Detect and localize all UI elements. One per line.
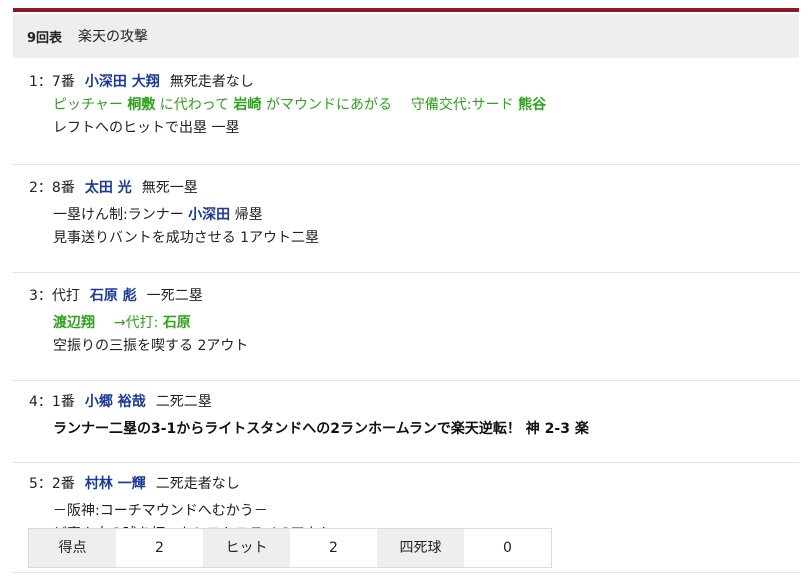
batter-name[interactable]: 小郷 裕哉 xyxy=(85,394,146,410)
sub-mid: に代わって xyxy=(159,97,230,113)
event-prefix: 一塁けん制:ランナー xyxy=(53,207,184,223)
pinch-hit-arrow-text: →代打: xyxy=(113,315,159,331)
play-item: 3：代打 石原 彪一死二塁 渡辺翔 →代打: 石原 空振りの三振を喫する 2アウト xyxy=(13,285,799,381)
walks-value: 0 xyxy=(464,529,551,567)
batter-name[interactable]: 小深田 大翔 xyxy=(85,74,160,90)
pinch-hitter-name[interactable]: 石原 xyxy=(163,315,191,331)
hits-value: 2 xyxy=(290,529,377,567)
situation: 無死走者なし xyxy=(169,74,254,90)
play-result: 空振りの三振を喫する 2アウト xyxy=(53,338,249,354)
batting-order: 5：2番 xyxy=(29,476,75,492)
play-event: －阪神:コーチマウンドへむかう－ xyxy=(53,503,268,519)
runs-label: 得点 xyxy=(29,529,116,567)
play-header: 1：7番 小深田 大翔 無死走者なし xyxy=(29,71,799,94)
walks-label: 四死球 xyxy=(377,529,464,567)
inning-stats-table: 得点 2 ヒット 2 四死球 0 xyxy=(28,528,552,568)
play-header: 4：1番 小郷 裕哉 二死二塁 xyxy=(29,391,799,414)
substitution-text: ピッチャー 桐敷 に代わって 岩崎 がマウンドにあがる 守備交代:サード 熊谷 xyxy=(29,94,799,117)
play-header: 3：代打 石原 彪一死二塁 xyxy=(29,285,799,308)
play-item: 1：7番 小深田 大翔 無死走者なし ピッチャー 桐敷 に代わって 岩崎 がマウンド… xyxy=(13,71,799,165)
pinch-hitter-text: 渡辺翔 →代打: 石原 xyxy=(29,312,799,335)
inning-label: 9回表 xyxy=(27,30,63,46)
pitcher-out-name[interactable]: 桐敷 xyxy=(127,97,155,113)
batting-order: 3：代打 xyxy=(29,288,80,304)
replaced-player-name[interactable]: 渡辺翔 xyxy=(53,315,95,331)
play-header: 2：8番 太田 光無死一塁 xyxy=(29,177,799,200)
play-list: 1：7番 小深田 大翔 無死走者なし ピッチャー 桐敷 に代わって 岩崎 がマウンド… xyxy=(13,62,799,573)
runs-value: 2 xyxy=(116,529,203,567)
runner-name[interactable]: 小深田 xyxy=(188,207,230,223)
play-result: レフトへのヒットで出塁 一塁 xyxy=(53,120,240,136)
play-item: 2：8番 太田 光無死一塁 一塁けん制:ランナー 小深田 帰塁 見事送りバントを成… xyxy=(13,177,799,273)
batter-name[interactable]: 石原 彪 xyxy=(90,288,137,304)
pitcher-in-name[interactable]: 岩崎 xyxy=(234,97,262,113)
defense-change-name[interactable]: 熊谷 xyxy=(518,97,546,113)
play-event: 一塁けん制:ランナー 小深田 帰塁 xyxy=(29,204,799,227)
situation: 二死二塁 xyxy=(155,394,212,410)
play-result: ランナー二塁の3-1からライトスタンドへの2ランホームランで楽天逆転！ 神 2-… xyxy=(53,421,589,437)
sub-suffix: がマウンドにあがる xyxy=(266,97,392,113)
batting-order: 2：8番 xyxy=(29,180,75,196)
batting-order: 4：1番 xyxy=(29,394,75,410)
batting-order: 1：7番 xyxy=(29,74,75,90)
situation: 一死二塁 xyxy=(146,288,203,304)
hits-label: ヒット xyxy=(203,529,290,567)
sub-prefix: ピッチャー xyxy=(53,97,123,113)
situation: 無死一塁 xyxy=(141,180,198,196)
situation: 二死走者なし xyxy=(155,476,240,492)
top-accent-bar xyxy=(13,8,799,12)
event-suffix: 帰塁 xyxy=(234,207,263,223)
play-header: 5：2番 村林 一輝 二死走者なし xyxy=(29,473,799,496)
play-result: 見事送りバントを成功させる 1アウト二塁 xyxy=(53,230,320,246)
inning-header: 9回表 楽天の攻撃 xyxy=(13,14,799,58)
inning-title: 楽天の攻撃 xyxy=(78,29,149,45)
batter-name[interactable]: 太田 光 xyxy=(85,180,132,196)
batter-name[interactable]: 村林 一輝 xyxy=(85,476,146,492)
defense-change-text: 守備交代:サード xyxy=(410,97,514,113)
play-item: 4：1番 小郷 裕哉 二死二塁 ランナー二塁の3-1からライトスタンドへの2ランホー… xyxy=(13,391,799,463)
